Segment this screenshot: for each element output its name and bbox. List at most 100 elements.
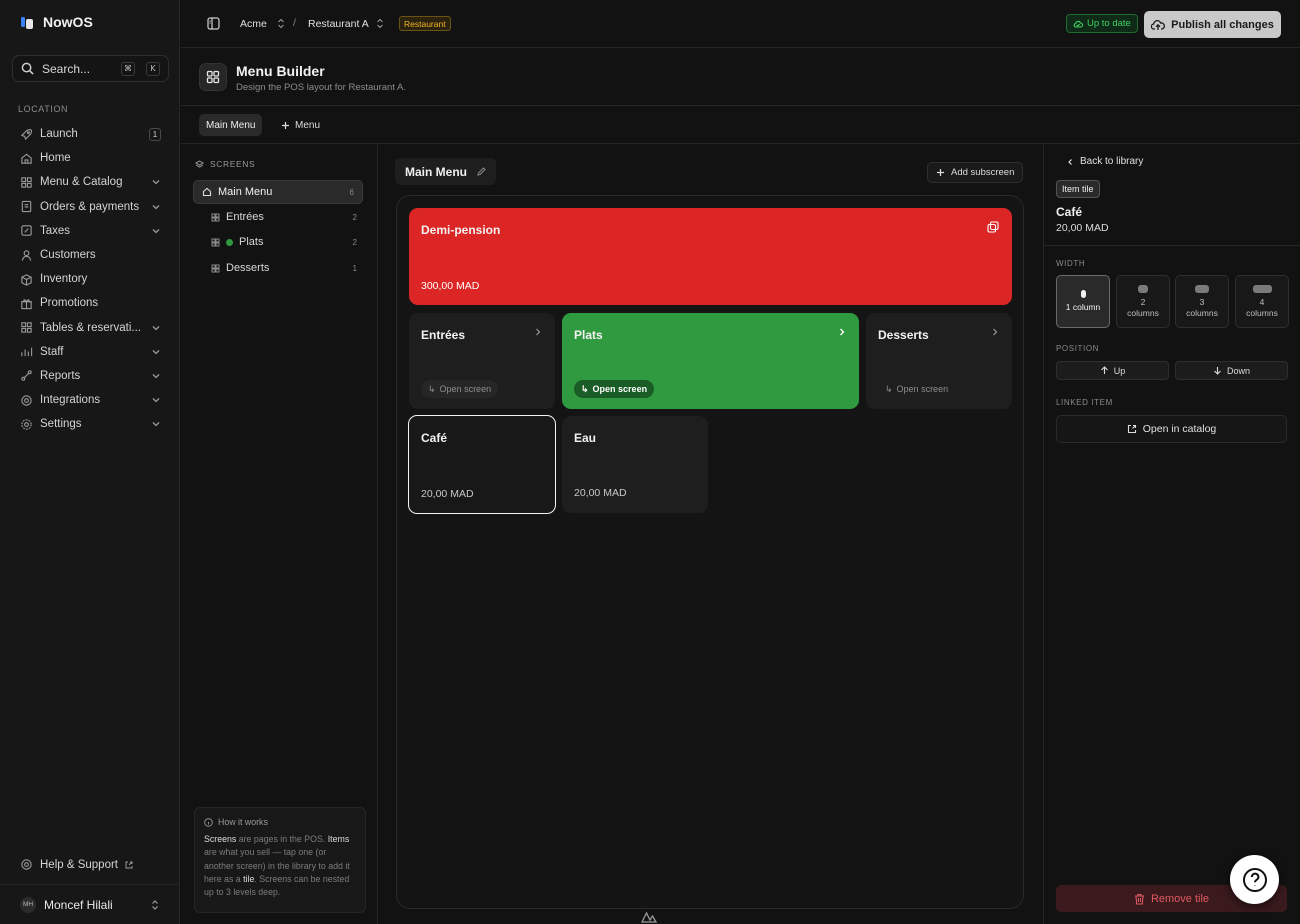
publish-all-button[interactable]: Publish all changes xyxy=(1144,11,1281,38)
add-menu-button[interactable]: Menu xyxy=(277,114,324,136)
sidebar-item-customers[interactable]: Customers xyxy=(12,243,169,267)
box-icon xyxy=(21,273,32,286)
nowos-logo-icon xyxy=(20,15,35,30)
search-placeholder: Search... xyxy=(42,61,91,76)
chevron-up-down-icon[interactable] xyxy=(277,18,285,29)
back-to-library-link[interactable]: Back to library xyxy=(1066,156,1143,167)
shortcut-key-cmd: ⌘ xyxy=(121,61,135,76)
width-option-2-columns[interactable]: 2 columns xyxy=(1116,275,1170,328)
tile-price: 20,00 MAD xyxy=(574,487,627,499)
screen-item-label: Main Menu xyxy=(218,186,273,198)
menu-builder-icon xyxy=(199,63,227,91)
plug-icon xyxy=(21,394,32,406)
percent-icon xyxy=(21,225,32,237)
open-in-catalog-button[interactable]: Open in catalog xyxy=(1056,415,1287,443)
sidebar-item-taxes[interactable]: Taxes xyxy=(12,219,169,243)
how-it-works-text: Screens are pages in the POS. Items are … xyxy=(204,833,356,899)
sidebar-item-label: Launch xyxy=(40,128,78,141)
sidebar-item-menu-catalog[interactable]: Menu & Catalog xyxy=(12,170,169,194)
avatar: MH xyxy=(20,896,36,913)
screen-item-plats[interactable]: Plats 2 xyxy=(211,230,357,254)
tile-cafe[interactable]: Café 20,00 MAD xyxy=(408,415,556,514)
screen-item-label: Desserts xyxy=(226,262,270,274)
move-up-button[interactable]: Up xyxy=(1056,361,1169,380)
open-screen-button[interactable]: ↳ Open screen xyxy=(878,380,955,398)
howto-screens-term: Screens xyxy=(204,834,237,845)
width-preview-shape xyxy=(1080,290,1086,298)
duplicate-icon[interactable] xyxy=(987,221,999,233)
screen-title[interactable]: Main Menu xyxy=(395,158,496,185)
move-down-label: Down xyxy=(1226,365,1250,376)
sidebar-item-integrations[interactable]: Integrations xyxy=(12,388,169,412)
sidebar-item-staff[interactable]: Staff xyxy=(12,340,169,364)
app-name: NowOS xyxy=(43,14,93,30)
sidebar-item-reports[interactable]: Reports xyxy=(12,364,169,388)
chevron-down-icon xyxy=(152,325,160,331)
chevron-down-icon xyxy=(152,398,160,403)
screen-item-entrees[interactable]: Entrées 2 xyxy=(211,205,357,229)
chevron-down-icon xyxy=(152,374,160,379)
tile-desserts[interactable]: Desserts ↳ Open screen xyxy=(866,313,1012,409)
sidebar-item-label: Promotions xyxy=(40,297,99,310)
sidebar-item-promotions[interactable]: Promotions xyxy=(12,291,169,315)
sidebar-item-tables-reservations[interactable]: Tables & reservati... xyxy=(12,316,169,340)
screen-title-label: Main Menu xyxy=(405,164,467,179)
sidebar-toggle-icon[interactable] xyxy=(207,17,220,30)
open-screen-button[interactable]: ↳ Open screen xyxy=(574,380,655,398)
brand[interactable]: NowOS xyxy=(20,14,93,30)
pencil-icon[interactable] xyxy=(477,167,486,176)
tile-entrees[interactable]: Entrées ↳ Open screen xyxy=(409,313,555,409)
width-option-line1: 4 xyxy=(1259,296,1265,307)
open-in-catalog-label: Open in catalog xyxy=(1142,423,1217,435)
home-icon xyxy=(21,153,32,164)
tile-title: Desserts xyxy=(878,328,929,342)
user-name: Moncef Hilali xyxy=(44,897,113,912)
help-fab-button[interactable] xyxy=(1230,855,1279,904)
width-preview-shape xyxy=(1138,284,1148,293)
chevron-down-icon xyxy=(152,228,160,234)
help-support-link[interactable]: Help & Support xyxy=(20,858,133,871)
tile-demi-pension[interactable]: Demi-pension 300,00 MAD xyxy=(409,208,1012,305)
width-option-label: 3 columns xyxy=(1186,297,1218,319)
tile-type-badge: Item tile xyxy=(1056,180,1100,198)
move-down-button[interactable]: Down xyxy=(1175,361,1288,380)
rocket-icon xyxy=(20,128,32,140)
how-it-works-heading: How it works xyxy=(218,817,268,827)
tab-main-menu[interactable]: Main Menu xyxy=(199,114,263,136)
search-input[interactable]: Search... ⌘ K xyxy=(12,55,169,82)
sidebar-item-home[interactable]: Home xyxy=(12,146,169,170)
chevron-up-down-icon xyxy=(152,899,158,910)
width-option-4-columns[interactable]: 4 columns xyxy=(1235,275,1289,328)
tile-eau[interactable]: Eau 20,00 MAD xyxy=(562,416,708,513)
sidebar-item-label: Taxes xyxy=(40,224,71,237)
sidebar-item-launch[interactable]: Launch 1 xyxy=(12,122,169,146)
sidebar-item-orders-payments[interactable]: Orders & payments xyxy=(12,195,169,219)
width-option-1-column[interactable]: 1 column xyxy=(1056,275,1110,328)
add-subscreen-button[interactable]: Add subscreen xyxy=(927,162,1024,183)
back-to-library-label: Back to library xyxy=(1080,156,1144,167)
receipt-icon xyxy=(21,200,32,213)
screen-item-count: 2 xyxy=(352,237,357,247)
width-option-3-columns[interactable]: 3 columns xyxy=(1175,275,1229,328)
question-mark-icon xyxy=(1242,867,1267,892)
chevron-up-down-icon[interactable] xyxy=(376,18,384,29)
user-menu[interactable]: MH Moncef Hilali xyxy=(0,884,180,924)
add-subscreen-label: Add subscreen xyxy=(951,167,1015,178)
screens-heading: SCREENS xyxy=(195,159,255,169)
location-section-label: LOCATION xyxy=(18,104,69,114)
gift-icon xyxy=(21,299,32,310)
open-screen-button[interactable]: ↳ Open screen xyxy=(421,380,499,398)
lifebuoy-icon xyxy=(21,859,32,870)
external-link-icon xyxy=(1127,424,1136,434)
how-it-works-card: How it works Screens are pages in the PO… xyxy=(194,807,366,913)
app: NowOS Search... ⌘ K LOCATION Launch 1 Ho… xyxy=(0,0,1300,924)
location-switcher[interactable]: Restaurant A xyxy=(308,18,369,30)
sidebar-item-inventory[interactable]: Inventory xyxy=(12,267,169,291)
screen-item-desserts[interactable]: Desserts 1 xyxy=(211,256,357,280)
sidebar-item-settings[interactable]: Settings xyxy=(12,412,169,436)
cloud-upload-icon xyxy=(1151,19,1166,30)
screen-item-count: 2 xyxy=(352,212,357,222)
org-switcher[interactable]: Acme xyxy=(240,18,267,30)
screen-item-main-menu[interactable]: Main Menu 6 xyxy=(193,180,363,204)
tile-plats[interactable]: Plats ↳ Open screen xyxy=(562,313,859,409)
